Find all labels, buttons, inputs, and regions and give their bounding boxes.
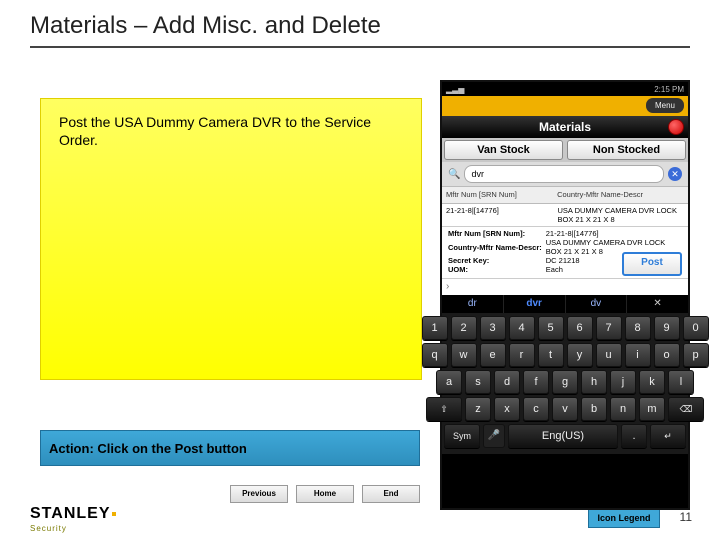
icon-legend-button[interactable]: Icon Legend [588,508,660,528]
instruction-text: Post the USA Dummy Camera DVR to the Ser… [41,99,421,163]
suggest-2[interactable]: dvr [504,295,566,313]
key-v[interactable]: v [552,397,578,421]
key-j[interactable]: j [610,370,636,394]
search-icon: 🔍 [448,169,460,180]
key-backspace[interactable]: ⌫ [668,397,704,421]
key-8[interactable]: 8 [625,316,651,340]
key-b[interactable]: b [581,397,607,421]
brand-logo: STANLEY [30,505,116,523]
key-5[interactable]: 5 [538,316,564,340]
key-u[interactable]: u [596,343,622,367]
page-title: Materials – Add Misc. and Delete [30,12,381,40]
search-row: 🔍 ✕ [442,162,688,186]
brand-name: STANLEY [30,505,110,522]
signal-icon: ▂▃▅ [446,85,464,94]
key-6[interactable]: 6 [567,316,593,340]
menu-button[interactable]: Menu [646,98,684,113]
key-2[interactable]: 2 [451,316,477,340]
detail-uom-k: UOM: [446,265,544,274]
col-left: Mftr Num [SRN Num] [442,187,553,203]
suggest-1[interactable]: dr [442,295,504,313]
previous-button[interactable]: Previous [230,485,288,503]
key-g[interactable]: g [552,370,578,394]
status-bar: ▂▃▅ 2:15 PM [442,82,688,96]
page-number: 11 [680,510,692,524]
close-icon[interactable] [668,119,684,135]
key-q[interactable]: q [422,343,448,367]
key-0[interactable]: 0 [683,316,709,340]
result-row[interactable]: 21-21-8|[14776] USA DUMMY CAMERA DVR LOC… [442,204,688,227]
key-9[interactable]: 9 [654,316,680,340]
key-enter[interactable]: ↵ [650,424,686,448]
search-input[interactable] [464,165,664,183]
status-time: 2:15 PM [654,85,684,94]
detail-cmnd-k: Country-Mftr Name-Descr: [446,238,544,256]
key-w[interactable]: w [451,343,477,367]
key-t[interactable]: t [538,343,564,367]
key-h[interactable]: h [581,370,607,394]
phone-mock: ▂▃▅ 2:15 PM Menu Materials Van Stock Non… [440,80,690,510]
key-l[interactable]: l [668,370,694,394]
instruction-box: Post the USA Dummy Camera DVR to the Ser… [40,98,422,380]
row-right: USA DUMMY CAMERA DVR LOCK BOX 21 X 21 X … [554,204,689,226]
action-text: Action: Click on the Post button [49,441,247,456]
detail-mftr-v: 21-21-8|[14776] [544,229,684,238]
screen-header-title: Materials [539,120,591,134]
column-headers: Mftr Num [SRN Num] Country-Mftr Name-Des… [442,186,688,204]
suggest-close-icon[interactable]: ✕ [627,295,688,313]
clear-search-icon[interactable]: ✕ [668,167,682,181]
key-a[interactable]: a [436,370,462,394]
brand-dot-icon [112,512,116,516]
key-period[interactable]: . [621,424,647,448]
key-i[interactable]: i [625,343,651,367]
expand-chevron[interactable]: › [442,278,688,295]
end-button[interactable]: End [362,485,420,503]
tab-van-stock[interactable]: Van Stock [444,140,563,160]
key-x[interactable]: x [494,397,520,421]
kb-row-4: ⇧ z x c v b n m ⌫ [444,397,686,421]
col-right: Country-Mftr Name-Descr [553,187,688,203]
key-1[interactable]: 1 [422,316,448,340]
action-box: Action: Click on the Post button [40,430,420,466]
app-chrome-bar: Menu [442,96,688,116]
kb-row-5: Sym 🎤 Eng(US) . ↵ [444,424,686,448]
key-sym[interactable]: Sym [444,424,480,448]
key-y[interactable]: y [567,343,593,367]
key-z[interactable]: z [465,397,491,421]
key-r[interactable]: r [509,343,535,367]
row-left: 21-21-8|[14776] [442,204,554,226]
key-f[interactable]: f [523,370,549,394]
details-panel: Mftr Num [SRN Num]: 21-21-8|[14776] Coun… [442,227,688,278]
kb-row-1: 1 2 3 4 5 6 7 8 9 0 [444,316,686,340]
tab-bar: Van Stock Non Stocked [442,138,688,162]
key-k[interactable]: k [639,370,665,394]
key-p[interactable]: p [683,343,709,367]
title-rule [30,46,690,48]
key-c[interactable]: c [523,397,549,421]
screen-header: Materials [442,116,688,138]
kb-row-2: q w e r t y u i o p [444,343,686,367]
keyboard: 1 2 3 4 5 6 7 8 9 0 q w e r t y u i o [442,313,688,454]
key-space[interactable]: Eng(US) [508,424,618,448]
key-e[interactable]: e [480,343,506,367]
suggest-3[interactable]: dv [566,295,628,313]
key-3[interactable]: 3 [480,316,506,340]
key-m[interactable]: m [639,397,665,421]
mic-icon[interactable]: 🎤 [483,424,505,448]
detail-secret-k: Secret Key: [446,256,544,265]
key-7[interactable]: 7 [596,316,622,340]
keyboard-suggestions: dr dvr dv ✕ [442,295,688,313]
detail-mftr-k: Mftr Num [SRN Num]: [446,229,544,238]
brand-subtitle: Security [30,524,67,533]
key-4[interactable]: 4 [509,316,535,340]
home-button[interactable]: Home [296,485,354,503]
key-n[interactable]: n [610,397,636,421]
kb-row-3: a s d f g h j k l [444,370,686,394]
key-o[interactable]: o [654,343,680,367]
key-s[interactable]: s [465,370,491,394]
key-d[interactable]: d [494,370,520,394]
key-shift[interactable]: ⇧ [426,397,462,421]
tab-non-stocked[interactable]: Non Stocked [567,140,686,160]
post-button[interactable]: Post [622,252,682,276]
